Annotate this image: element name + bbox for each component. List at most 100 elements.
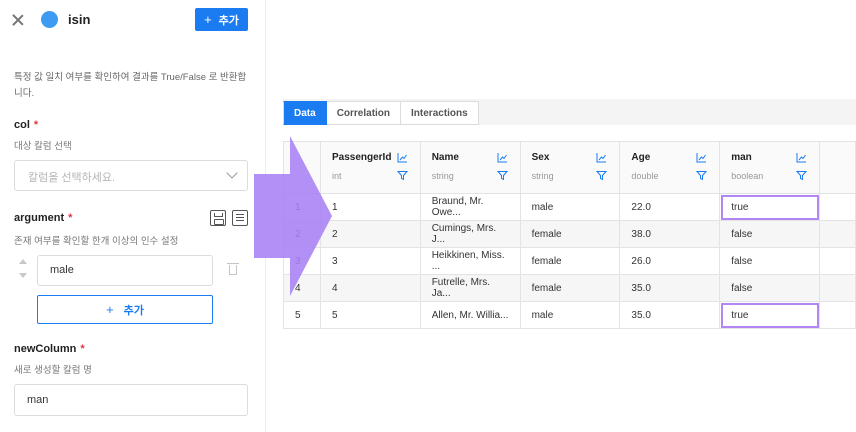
column-header[interactable]: Sex string <box>519 141 621 194</box>
filter-icon[interactable] <box>496 170 508 181</box>
column-type: boolean <box>731 171 764 181</box>
chart-icon[interactable] <box>397 152 408 163</box>
table-cell: Cumings, Mrs. J... <box>419 220 521 248</box>
plus-icon: + <box>204 12 212 27</box>
table-cell: 22.0 <box>619 193 721 221</box>
table-cell: 4 <box>319 274 421 302</box>
required-mark: * <box>33 119 39 131</box>
col-sub: 대상 칼럼 선택 <box>14 141 72 152</box>
tab-interactions[interactable]: Interactions <box>401 101 479 125</box>
column-header[interactable]: Name string <box>419 141 521 194</box>
column-name: man <box>731 152 752 163</box>
required-mark: * <box>80 343 85 355</box>
table-header-row: PassengerId int Name string Sex string A… <box>283 141 856 194</box>
chart-icon[interactable] <box>796 152 807 163</box>
highlighted-cell: true <box>719 193 821 221</box>
save-icon[interactable] <box>210 210 226 226</box>
chart-icon[interactable] <box>596 152 607 163</box>
table-cell: male <box>519 301 621 329</box>
newcolumn-label-text: newColumn <box>14 343 77 355</box>
column-header[interactable]: man boolean <box>719 141 821 194</box>
function-title: isin <box>68 12 91 27</box>
data-grid-area: PassengerId int Name string Sex string A… <box>283 125 856 330</box>
table-row: 3 3 Heikkinen, Miss. ... female 26.0 fal… <box>283 247 856 275</box>
filler-cell <box>819 247 856 275</box>
column-name: Sex <box>531 152 550 163</box>
table-cell: false <box>719 274 821 302</box>
table-cell: 35.0 <box>619 274 721 302</box>
add-argument-button[interactable]: + 추가 <box>37 295 213 324</box>
close-icon[interactable] <box>10 12 26 28</box>
newcolumn-sub: 새로 생성할 칼럼 명 <box>14 365 92 376</box>
table-cell: Allen, Mr. Willia... <box>419 301 521 329</box>
highlighted-cell: true <box>719 301 821 329</box>
table-cell: Futrelle, Mrs. Ja... <box>419 274 521 302</box>
row-index: 5 <box>283 301 321 329</box>
filter-icon[interactable] <box>796 170 808 181</box>
column-type: string <box>431 171 454 181</box>
filter-icon[interactable] <box>596 170 608 181</box>
newcolumn-input[interactable]: man <box>14 384 248 416</box>
required-mark: * <box>68 212 73 224</box>
table-cell: female <box>519 220 621 248</box>
table-cell: 26.0 <box>619 247 721 275</box>
argument-value-input[interactable]: male <box>37 255 213 286</box>
argument-label: argument * <box>14 212 72 224</box>
table-cell: female <box>519 274 621 302</box>
col-select-placeholder: 칼럼을 선택하세요. <box>28 172 116 184</box>
list-icon[interactable] <box>232 210 248 226</box>
newcolumn-label: newColumn * <box>14 343 85 355</box>
chart-icon[interactable] <box>497 152 508 163</box>
col-label-text: col <box>14 119 30 131</box>
column-header[interactable]: Age double <box>619 141 721 194</box>
col-select[interactable]: 칼럼을 선택하세요. <box>14 160 248 191</box>
add-button-label: 추가 <box>218 14 239 27</box>
arrow-right-icon <box>254 136 332 296</box>
filler-cell <box>819 301 856 329</box>
filter-icon[interactable] <box>396 170 408 181</box>
col-label: col * <box>14 119 38 131</box>
function-status-icon <box>41 11 58 28</box>
column-name: Name <box>431 152 459 163</box>
result-tabs: Data Correlation Interactions <box>283 101 479 125</box>
column-type: double <box>631 171 659 181</box>
function-description: 특정 값 일치 여부를 확인하여 결과를 True/False 로 반환합니다. <box>14 72 247 99</box>
table-cell: male <box>519 193 621 221</box>
argument-sub: 존재 여부를 확인할 한개 이상의 인수 설정 <box>14 236 179 247</box>
filler-cell <box>819 220 856 248</box>
table-cell: false <box>719 247 821 275</box>
data-table: PassengerId int Name string Sex string A… <box>283 141 856 329</box>
filter-icon[interactable] <box>696 170 708 181</box>
column-header[interactable]: PassengerId int <box>319 141 421 194</box>
table-cell: 1 <box>319 193 421 221</box>
column-type: string <box>531 171 554 181</box>
function-settings-panel: isin + 추가 특정 값 일치 여부를 확인하여 결과를 True/Fals… <box>0 0 266 432</box>
table-row: 1 1 Braund, Mr. Owe... male 22.0 true <box>283 193 856 221</box>
table-cell: false <box>719 220 821 248</box>
tab-correlation[interactable]: Correlation <box>326 101 402 125</box>
table-cell: 38.0 <box>619 220 721 248</box>
table-cell: female <box>519 247 621 275</box>
table-cell: Braund, Mr. Owe... <box>419 193 521 221</box>
drag-handle-icon[interactable] <box>18 259 28 281</box>
column-type: int <box>331 171 342 181</box>
table-row: 2 2 Cumings, Mrs. J... female 38.0 false <box>283 220 856 248</box>
filler-cell <box>819 274 856 302</box>
table-row: 5 5 Allen, Mr. Willia... male 35.0 true <box>283 301 856 329</box>
chevron-down-icon <box>226 167 238 179</box>
tab-data[interactable]: Data <box>283 101 327 125</box>
table-cell: Heikkinen, Miss. ... <box>419 247 521 275</box>
add-button[interactable]: + 추가 <box>195 8 248 31</box>
chart-icon[interactable] <box>696 152 707 163</box>
add-argument-label: 추가 <box>123 304 144 317</box>
column-name: Age <box>631 152 651 163</box>
trash-icon[interactable] <box>227 262 239 276</box>
table-cell: 5 <box>319 301 421 329</box>
table-cell: 2 <box>319 220 421 248</box>
table-cell: 35.0 <box>619 301 721 329</box>
table-row: 4 4 Futrelle, Mrs. Ja... female 35.0 fal… <box>283 274 856 302</box>
argument-label-text: argument <box>14 212 65 224</box>
table-cell: 3 <box>319 247 421 275</box>
filler-header <box>819 141 856 194</box>
column-name: PassengerId <box>331 152 392 163</box>
